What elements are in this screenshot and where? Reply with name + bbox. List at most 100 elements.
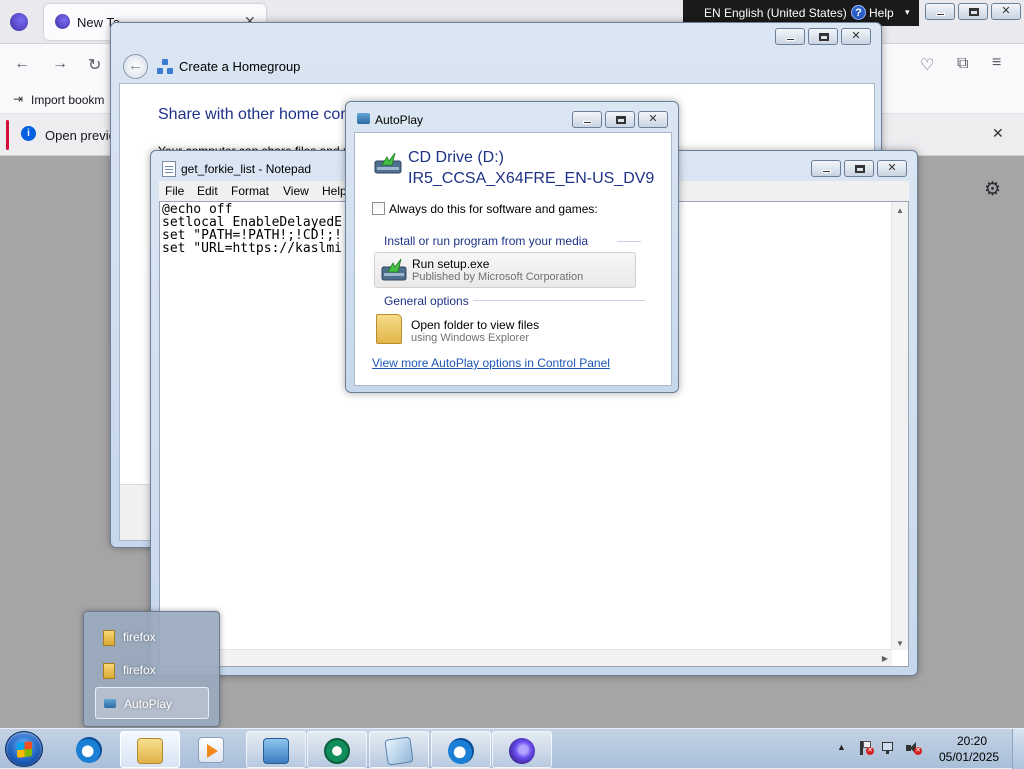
info-icon: i <box>21 126 36 141</box>
app-icon <box>324 738 350 764</box>
window-list-item-autoplay[interactable]: AutoPlay <box>95 687 209 719</box>
notepad-minimize-button[interactable] <box>811 160 841 177</box>
homegroup-icon <box>157 59 173 75</box>
internet-explorer-icon <box>448 738 474 764</box>
firefox-close-button[interactable]: ✕ <box>991 3 1021 20</box>
show-hidden-icons-arrow[interactable]: ▲ <box>837 742 846 752</box>
always-do-this-label[interactable]: Always do this for software and games: <box>389 202 598 216</box>
setup-exe-icon <box>381 258 407 281</box>
start-button[interactable] <box>5 731 43 767</box>
autoplay-content: CD Drive (D:) IR5_CCSA_X64FRE_EN-US_DV9 … <box>354 132 672 386</box>
control-panel-link[interactable]: View more AutoPlay options in Control Pa… <box>372 356 610 370</box>
taskbar-notepad[interactable] <box>369 731 429 768</box>
notepad-taskbar-icon <box>384 736 414 766</box>
window-list-label: firefox <box>123 630 156 644</box>
internet-explorer-icon <box>76 737 102 763</box>
drive-label: IR5_CCSA_X64FRE_EN-US_DV9 <box>408 170 655 187</box>
section-install-heading: Install or run program from your media <box>384 234 589 248</box>
notepad-text[interactable]: @echo off setlocal EnableDelayedE set "P… <box>162 203 342 255</box>
explorer-folder-icon <box>137 738 163 764</box>
firefox-tab-icon <box>55 14 70 29</box>
run-setup-option[interactable]: Run setup.exe Published by Microsoft Cor… <box>374 252 636 288</box>
autoplay-dialog: AutoPlay ✕ CD Drive (D:) IR5_CCSA_X64FRE… <box>345 101 679 393</box>
pocket-icon[interactable]: ♡ <box>920 55 934 75</box>
always-do-this-checkbox[interactable] <box>372 202 385 215</box>
folder-icon <box>103 630 115 646</box>
homegroup-maximize-button[interactable] <box>808 28 838 45</box>
taskbar-explorer[interactable] <box>120 731 180 768</box>
folder-icon <box>103 663 115 679</box>
hamburger-menu-icon[interactable]: ≡ <box>992 54 1001 72</box>
taskbar: ▲ ✕ ✕ 20:20 05/01/2025 <box>0 728 1024 769</box>
firefox-maximize-button[interactable] <box>958 3 988 20</box>
window-list-item-firefox-2[interactable]: firefox <box>95 654 209 686</box>
autoplay-close-button[interactable]: ✕ <box>638 111 668 128</box>
autoplay-title-icon <box>357 113 370 124</box>
system-tray: ▲ ✕ ✕ 20:20 05/01/2025 <box>832 729 1024 769</box>
window-list-label: AutoPlay <box>124 697 173 711</box>
settings-gear-icon[interactable]: ⚙ <box>984 178 1001 201</box>
taskbar-control-panel[interactable] <box>246 731 306 768</box>
notepad-icon <box>162 161 176 177</box>
back-icon[interactable]: ← <box>14 55 30 73</box>
vertical-scrollbar[interactable]: ▲ ▼ <box>891 202 908 650</box>
extensions-icon[interactable]: ⧉ <box>957 55 968 73</box>
control-panel-icon <box>263 738 289 764</box>
firefox-minimize-button[interactable] <box>925 3 955 20</box>
run-setup-publisher: Published by Microsoft Corporation <box>412 271 584 283</box>
autoplay-minimize-button[interactable] <box>572 111 602 128</box>
horizontal-scrollbar[interactable]: ▶ <box>160 649 892 666</box>
folder-icon <box>376 314 402 344</box>
section-general-divider <box>473 300 645 301</box>
open-folder-option[interactable]: Open folder to view files using Windows … <box>374 311 636 347</box>
import-bookmarks-link[interactable]: Import bookm <box>31 93 104 107</box>
homegroup-heading: Share with other home com <box>158 106 354 123</box>
drive-name: CD Drive (D:) <box>408 149 504 166</box>
help-icon[interactable]: ? <box>851 5 866 20</box>
section-general-heading: General options <box>384 294 469 308</box>
section-install-divider <box>617 241 641 242</box>
menu-edit[interactable]: Edit <box>197 184 218 198</box>
homegroup-minimize-button[interactable] <box>775 28 805 45</box>
taskbar-media-player[interactable] <box>182 731 242 768</box>
action-center-icon[interactable]: ✕ <box>858 741 874 755</box>
taskbar-app[interactable] <box>307 731 367 768</box>
language-indicator[interactable]: EN English (United States) <box>704 6 847 20</box>
scroll-up-icon[interactable]: ▲ <box>896 206 904 215</box>
notepad-caption-buttons: ✕ <box>811 160 907 178</box>
help-label[interactable]: Help <box>869 6 894 20</box>
taskbar-firefox[interactable] <box>492 731 552 768</box>
network-icon[interactable] <box>882 741 898 755</box>
taskbar-internet-explorer[interactable] <box>60 731 120 768</box>
cd-drive-icon <box>374 153 402 174</box>
menu-view[interactable]: View <box>283 184 309 198</box>
taskbar-internet-explorer-2[interactable] <box>431 731 491 768</box>
homegroup-close-button[interactable]: ✕ <box>841 28 871 45</box>
volume-muted-icon[interactable]: ✕ <box>906 741 922 755</box>
language-bar-options-icon[interactable]: ▾ <box>905 7 910 18</box>
forward-icon[interactable]: → <box>52 55 68 73</box>
homegroup-title: Create a Homegroup <box>179 59 301 74</box>
media-player-icon <box>198 737 224 763</box>
run-setup-title: Run setup.exe <box>412 257 490 271</box>
back-button[interactable]: ← <box>123 54 148 79</box>
show-desktop-button[interactable] <box>1012 729 1024 769</box>
clock-time[interactable]: 20:20 <box>957 734 987 748</box>
notepad-maximize-button[interactable] <box>844 160 874 177</box>
notepad-close-button[interactable]: ✕ <box>877 160 907 177</box>
infobar-close-icon[interactable]: ✕ <box>992 125 1004 142</box>
autoplay-maximize-button[interactable] <box>605 111 635 128</box>
clock-date[interactable]: 05/01/2025 <box>939 750 999 764</box>
menu-help[interactable]: Help <box>322 184 347 198</box>
open-folder-subtitle: using Windows Explorer <box>411 332 529 344</box>
scroll-down-icon[interactable]: ▼ <box>896 639 904 648</box>
firefox-menu-icon[interactable] <box>10 13 28 31</box>
homegroup-caption-buttons: ✕ <box>775 28 871 46</box>
reload-icon[interactable]: ↻ <box>88 55 101 75</box>
menu-format[interactable]: Format <box>231 184 269 198</box>
scroll-right-icon[interactable]: ▶ <box>882 654 888 663</box>
open-folder-title: Open folder to view files <box>411 318 540 332</box>
autoplay-caption-buttons: ✕ <box>572 111 668 129</box>
window-list-item-firefox-1[interactable]: firefox <box>95 621 209 653</box>
menu-file[interactable]: File <box>165 184 184 198</box>
